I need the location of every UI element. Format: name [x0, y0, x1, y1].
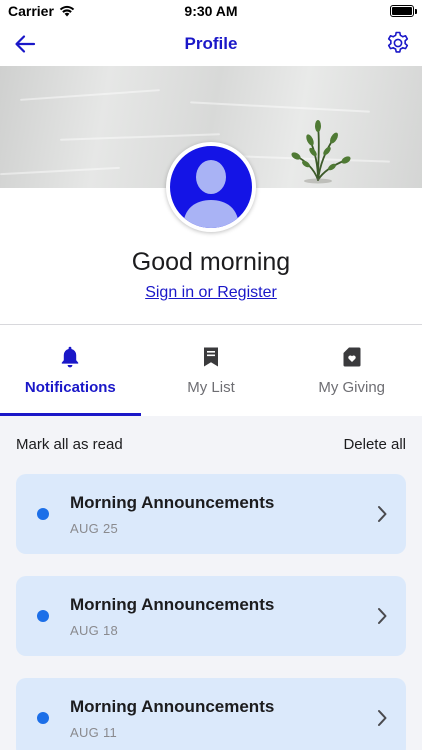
tab-label-my-list: My List [187, 379, 235, 396]
bookmark-icon [204, 347, 218, 367]
notification-date: AUG 25 [70, 521, 119, 536]
tab-label-notifications: Notifications [24, 379, 116, 396]
avatar[interactable] [166, 142, 256, 232]
wifi-icon [59, 5, 75, 17]
arrow-left-icon[interactable] [12, 31, 38, 57]
chevron-right-icon [378, 710, 387, 726]
battery-icon [390, 5, 417, 17]
chevron-right-icon [378, 608, 387, 624]
gear-icon[interactable] [384, 29, 412, 57]
unread-dot [37, 508, 49, 520]
heart-card-icon [343, 347, 361, 367]
profile-tabs: Notifications My List My Giving [0, 325, 422, 416]
notification-date: AUG 11 [70, 725, 118, 740]
user-silhouette-icon [183, 160, 239, 228]
notification-date: AUG 18 [70, 623, 119, 638]
delete-all-button[interactable]: Delete all [343, 436, 406, 453]
status-time: 9:30 AM [184, 3, 238, 19]
unread-dot [37, 610, 49, 622]
plant-icon [291, 120, 351, 184]
notification-item[interactable]: Morning Announcements AUG 25 [16, 474, 406, 554]
list-actions: Mark all as read Delete all [16, 436, 406, 453]
chevron-right-icon [378, 506, 387, 522]
sign-in-register-link[interactable]: Sign in or Register [0, 284, 422, 302]
unread-dot [37, 712, 49, 724]
nav-bar: Profile [0, 22, 422, 66]
tab-my-list[interactable]: My List [141, 325, 282, 416]
notification-item[interactable]: Morning Announcements AUG 11 [16, 678, 406, 750]
tab-label-my-giving: My Giving [318, 379, 386, 396]
notification-item[interactable]: Morning Announcements AUG 18 [16, 576, 406, 656]
page-title: Profile [184, 34, 238, 53]
tab-my-giving[interactable]: My Giving [281, 325, 422, 416]
notification-title: Morning Announcements [70, 493, 275, 512]
bell-icon [62, 346, 79, 368]
status-bar: Carrier 9:30 AM [0, 0, 422, 22]
greeting-text: Good morning [131, 248, 291, 276]
status-left: Carrier [8, 3, 75, 19]
notifications-list: Mark all as read Delete all Morning Anno… [0, 416, 422, 750]
notification-title: Morning Announcements [70, 697, 275, 716]
tab-notifications[interactable]: Notifications [0, 325, 141, 416]
carrier-label: Carrier [8, 3, 54, 19]
notification-title: Morning Announcements [70, 595, 275, 614]
mark-all-read-button[interactable]: Mark all as read [16, 436, 123, 453]
